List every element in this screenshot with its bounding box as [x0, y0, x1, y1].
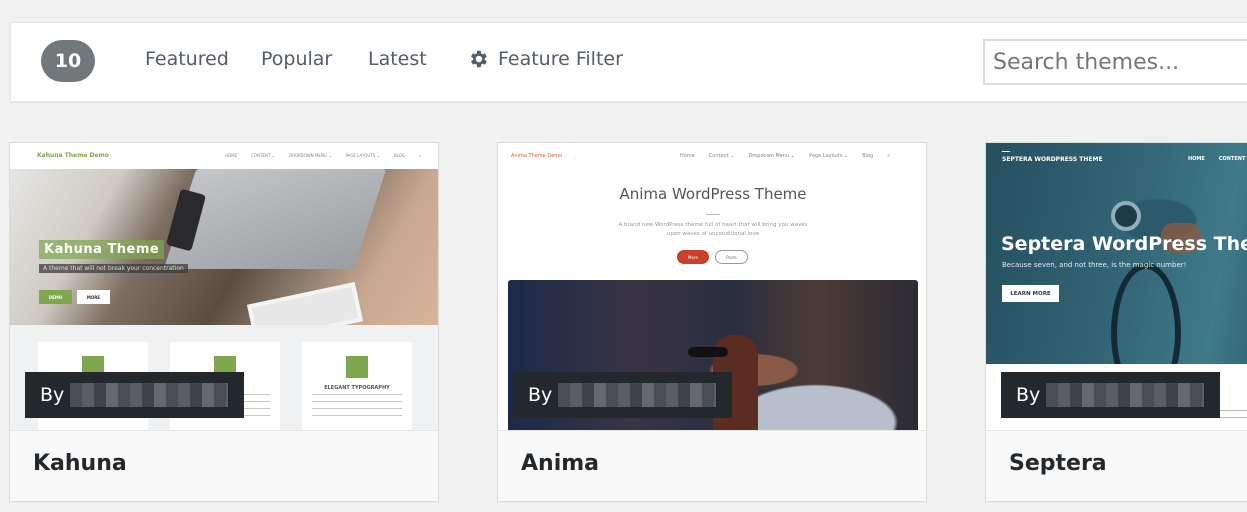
preview-menu: Home Content ⌄ Dropdown Menu ⌄ Page Layo… — [680, 153, 890, 159]
preview-menu-item: PAGE LAYOUTS ⌄ — [345, 153, 380, 158]
theme-author: By — [513, 372, 732, 418]
preview-hero-title: Kahuna Theme — [39, 240, 165, 259]
author-prefix: By — [1016, 384, 1041, 406]
preview-learn-more-button: LEARN MORE — [1002, 285, 1059, 302]
feature-title: ELEGANT TYPOGRAPHY — [324, 385, 390, 391]
photo-sunglasses — [688, 347, 728, 357]
preview-posts-button: Posts — [715, 250, 748, 264]
preview-menu-item: CONTENT ⌄ — [251, 153, 276, 158]
preview-hero-subtitle: A theme that will not break your concent… — [39, 264, 188, 273]
theme-author: By — [25, 372, 244, 418]
preview-site-title: SEPTERA WORDPRESS THEME — [1002, 156, 1103, 163]
preview-header: Anima Theme Demo Home Content ⌄ Dropdown… — [498, 143, 926, 171]
preview-menu: HOME CONTENT ⌄ DROPDOWN MENU ⌄ PAGE LAYO… — [225, 153, 421, 158]
divider — [706, 214, 720, 215]
author-name-redacted — [70, 383, 229, 407]
gear-icon — [471, 50, 487, 68]
theme-card-septera[interactable]: SEPTERA WORDPRESS THEME HOME CONTENT ⌄ S… — [985, 142, 1247, 502]
preview-menu-item: CONTENT ⌄ — [1218, 156, 1247, 162]
tab-popular[interactable]: Popular — [261, 48, 333, 88]
theme-author: By — [1001, 372, 1220, 418]
preview-header: Kahuna Theme Demo HOME CONTENT ⌄ DROPDOW… — [10, 143, 438, 169]
preview-menu-item: DROPDOWN MENU ⌄ — [289, 153, 332, 158]
preview-feature-box: ELEGANT TYPOGRAPHY — [302, 342, 412, 430]
preview-hero-subtitle: A brand new WordPress theme full of hear… — [618, 222, 808, 237]
logo-bar — [1002, 151, 1010, 152]
author-prefix: By — [40, 384, 65, 406]
feature-filter-label: Feature Filter — [498, 48, 623, 70]
search-themes-input[interactable] — [983, 39, 1247, 85]
theme-name-bar: Septera — [986, 430, 1247, 501]
preview-search-icon: ⌕ — [418, 153, 422, 158]
feature-icon — [346, 356, 368, 378]
theme-card-anima[interactable]: Anima Theme Demo Home Content ⌄ Dropdown… — [497, 142, 927, 502]
preview-search-icon: ⌕ — [887, 153, 891, 159]
author-name-redacted — [558, 383, 717, 407]
theme-name: Septera — [1009, 451, 1107, 476]
preview-hero-image: SEPTERA WORDPRESS THEME HOME CONTENT ⌄ S… — [986, 143, 1247, 403]
preview-menu-item: Content ⌄ — [708, 153, 735, 159]
preview-hero-title: Anima WordPress Theme — [619, 185, 807, 203]
preview-menu: HOME CONTENT ⌄ — [1188, 156, 1247, 162]
preview-hero-title: Septera WordPress Theme — [1001, 233, 1247, 255]
theme-name-bar: Anima — [498, 430, 926, 501]
preview-site-title: Anima Theme Demo — [511, 153, 563, 159]
author-name-redacted — [1046, 383, 1205, 407]
preview-menu-item: HOME — [1188, 156, 1205, 162]
preview-more-button: More — [677, 250, 709, 264]
tab-featured[interactable]: Featured — [145, 48, 229, 88]
theme-screenshot[interactable]: Kahuna Theme Demo HOME CONTENT ⌄ DROPDOW… — [10, 143, 438, 430]
feature-filter-button[interactable]: Feature Filter — [467, 48, 623, 88]
preview-menu-item: BLOG — [393, 153, 405, 158]
preview-menu-item: Blog — [862, 153, 874, 159]
preview-more-button: MORE — [77, 290, 110, 304]
preview-demo-button: DEMO — [39, 290, 72, 304]
theme-screenshot[interactable]: Anima Theme Demo Home Content ⌄ Dropdown… — [498, 143, 926, 430]
preview-menu-item: Home — [680, 153, 695, 159]
feature-text — [312, 394, 402, 422]
theme-count-badge: 10 — [41, 40, 95, 82]
motorcycle-headlight — [1111, 201, 1141, 231]
theme-filter-bar: 10 Featured Popular Latest Feature Filte… — [10, 22, 1247, 102]
preview-menu-item: Page Layouts ⌄ — [809, 153, 849, 159]
tab-latest[interactable]: Latest — [368, 48, 427, 88]
author-prefix: By — [528, 384, 553, 406]
preview-hero-subtitle: Because seven, and not three, is the mag… — [1002, 261, 1187, 269]
preview-site-title: Kahuna Theme Demo — [37, 152, 109, 159]
theme-card-kahuna[interactable]: Kahuna Theme Demo HOME CONTENT ⌄ DROPDOW… — [9, 142, 439, 502]
theme-screenshot[interactable]: SEPTERA WORDPRESS THEME HOME CONTENT ⌄ S… — [986, 143, 1247, 430]
preview-hero-image: Kahuna Theme A theme that will not break… — [10, 169, 438, 344]
theme-name: Kahuna — [33, 451, 127, 476]
theme-name-bar: Kahuna — [10, 430, 438, 501]
preview-menu-item: HOME — [225, 153, 238, 158]
preview-menu-item: Dropdown Menu ⌄ — [748, 153, 796, 159]
theme-name: Anima — [521, 451, 599, 476]
